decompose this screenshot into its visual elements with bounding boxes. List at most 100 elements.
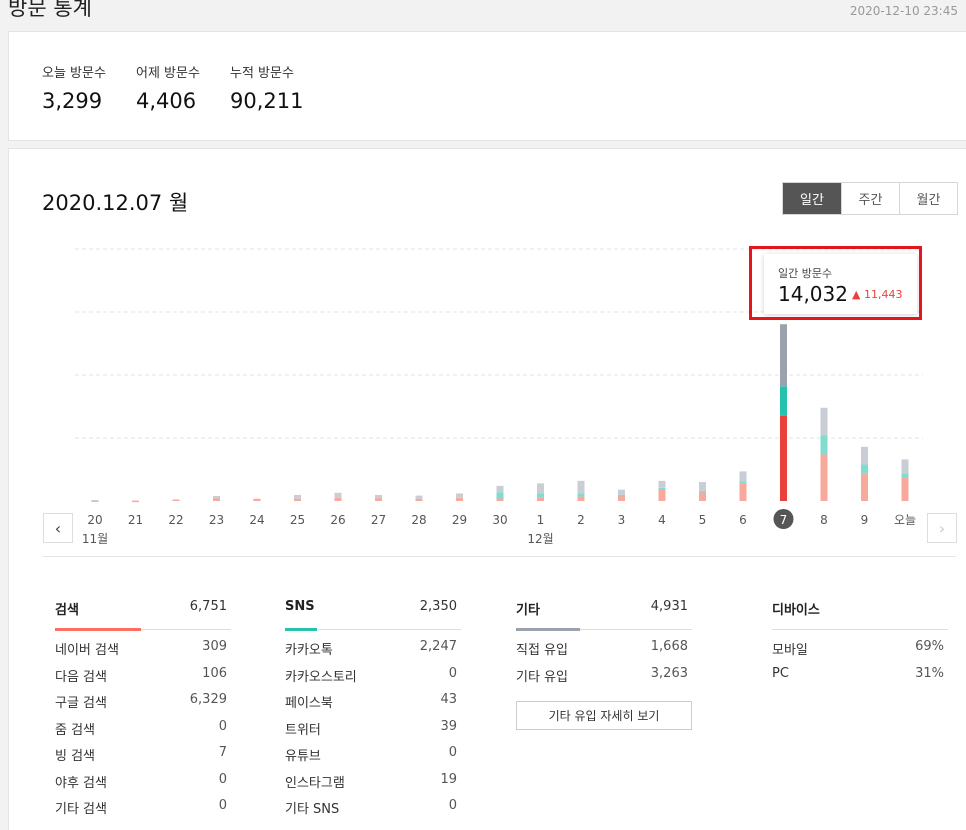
bar-sns (658, 487, 666, 490)
bar-search (375, 498, 382, 501)
list-item: 다음 검색 106 (55, 665, 227, 685)
x-tick-label: 27 (371, 513, 386, 527)
bar-sns (496, 492, 504, 499)
visit-summary-card: 오늘 방문수 3,299 어제 방문수 4,406 누적 방문수 90,211 (8, 31, 966, 141)
list-item: 카카오톡 2,247 (285, 639, 457, 658)
bar-sns (618, 494, 625, 497)
search-stats-total: 6,751 (189, 599, 227, 614)
month-label: 11월 (82, 532, 108, 546)
x-tick-label: 8 (820, 513, 828, 527)
x-tick-label: 3 (618, 513, 626, 527)
bar-search (618, 495, 625, 501)
bar-search (658, 489, 666, 501)
list-item: 유튜브 0 (285, 745, 457, 764)
bar-sns (699, 490, 706, 493)
bar-search (213, 498, 220, 501)
bar-search (861, 473, 868, 501)
etc-stats-header: 기타 4,931 (516, 597, 692, 631)
bar-sns (780, 386, 787, 416)
x-tick-label: 30 (492, 513, 507, 527)
bar-search (537, 497, 544, 501)
device-stats-title: 디바이스 (772, 603, 820, 618)
today-visits-label: 오늘 방문수 (42, 66, 106, 81)
section-divider (43, 556, 956, 557)
x-tick-label: 21 (128, 513, 143, 527)
etc-stats: 기타 4,931 직접 유입 1,668 기타 유입 3,263 (516, 597, 692, 685)
x-tick-label: 9 (861, 513, 869, 527)
list-item: 직접 유입 1,668 (516, 639, 688, 658)
list-item: 네이버 검색 309 (55, 639, 227, 658)
bar-search (253, 498, 261, 501)
device-stats: 디바이스 모바일 69% PC 31% (772, 597, 948, 683)
list-item: 기타 SNS 0 (285, 798, 457, 817)
x-tick-label: 6 (739, 513, 747, 527)
today-visits-value: 3,299 (42, 89, 103, 113)
list-item: 페이스북 43 (285, 692, 457, 711)
bar-search (820, 454, 828, 501)
chart-prev-button[interactable]: ‹ (43, 513, 73, 543)
x-tick-label: 23 (209, 513, 224, 527)
x-tick-label: 2 (577, 513, 585, 527)
bar-search (577, 496, 585, 501)
bar-search (901, 477, 909, 501)
search-stats-title: 검색 (55, 603, 79, 618)
x-tick-label: 24 (249, 513, 264, 527)
list-item: 카카오스토리 0 (285, 665, 457, 685)
page-title: 방문 통계 (8, 0, 92, 20)
bar-etc (496, 485, 504, 493)
chevron-right-icon: › (938, 518, 946, 538)
x-tick-label: 7 (780, 513, 788, 527)
bar-search (294, 498, 301, 501)
bar-search (496, 498, 504, 501)
x-tick-label: 5 (699, 513, 707, 527)
bar-etc (537, 483, 544, 494)
total-visits: 누적 방문수 90,211 (230, 62, 303, 113)
x-tick-label: 25 (290, 513, 305, 527)
yesterday-visits-label: 어제 방문수 (136, 66, 200, 81)
bar-etc (456, 493, 463, 498)
bar-etc (739, 471, 747, 482)
x-tick-label: 4 (658, 513, 666, 527)
bar-sns (537, 493, 544, 498)
list-item: 기타 검색 0 (55, 798, 227, 817)
current-datetime: 2020-12-10 23:45 (849, 4, 958, 18)
x-tick-label: 20 (87, 513, 102, 527)
chart-next-button[interactable]: › (927, 513, 957, 543)
bar-etc (577, 480, 585, 494)
etc-stats-title: 기타 (516, 603, 540, 618)
bar-etc (901, 459, 909, 474)
x-tick-label: 26 (330, 513, 345, 527)
chevron-left-icon: ‹ (54, 518, 62, 538)
bar-search (780, 415, 787, 501)
list-item: 인스타그램 19 (285, 771, 457, 791)
list-item: 트위터 39 (285, 718, 457, 738)
bar-etc (91, 499, 99, 502)
x-tick-label: 29 (452, 513, 467, 527)
total-visits-label: 누적 방문수 (230, 66, 294, 81)
bar-search (739, 483, 747, 501)
month-label: 12월 (527, 532, 553, 546)
bar-etc (861, 446, 868, 465)
bar-etc (294, 494, 301, 499)
bar-sns (901, 473, 909, 478)
search-stats: 검색 6,751 네이버 검색 309 다음 검색 106 구글 검색 6,329 줌… (55, 597, 231, 817)
bar-etc (415, 495, 423, 499)
bar-etc (658, 480, 666, 488)
x-tick-label: 28 (411, 513, 426, 527)
top-bar: 방문 통계 2020-12-10 23:45 (0, 0, 966, 30)
etc-detail-button[interactable]: 기타 유입 자세히 보기 (516, 701, 692, 730)
list-item: 모바일 69% (772, 639, 944, 658)
bar-search (699, 492, 706, 501)
sns-stats-header: SNS 2,350 (285, 597, 461, 631)
list-item: 빙 검색 7 (55, 745, 227, 764)
bar-etc (334, 492, 342, 498)
bar-sns (861, 464, 868, 474)
bar-etc (699, 482, 706, 491)
list-item: 구글 검색 6,329 (55, 692, 227, 711)
bar-search (132, 500, 139, 503)
bar-search (456, 497, 463, 501)
tooltip-highlight-box (749, 246, 922, 320)
bar-etc (213, 495, 220, 499)
bar-search (415, 498, 423, 501)
device-stats-header: 디바이스 (772, 597, 948, 630)
